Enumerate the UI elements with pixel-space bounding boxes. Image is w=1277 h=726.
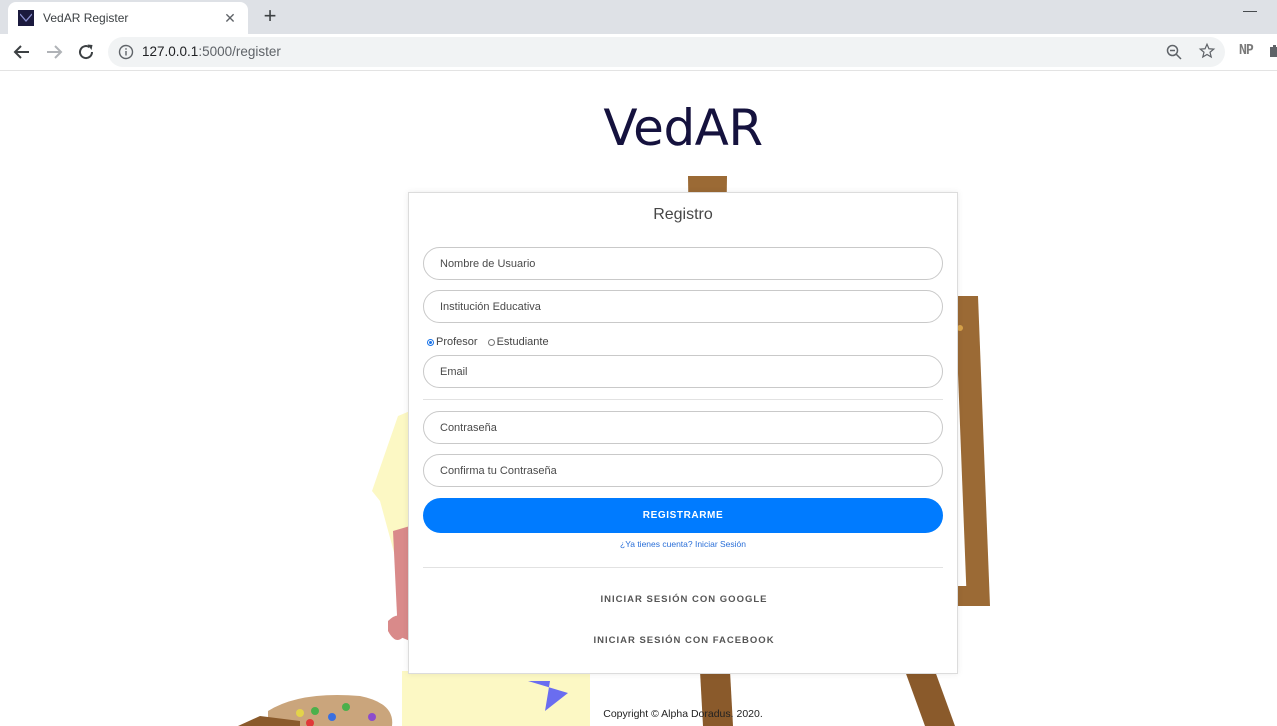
register-card: Registro Profesor Estudiante: [408, 192, 958, 674]
facebook-login-button[interactable]: INICIAR SESIÓN CON FACEBOOK: [409, 635, 959, 646]
username-input[interactable]: [424, 248, 942, 279]
email-input[interactable]: [424, 356, 942, 387]
google-login-button[interactable]: INICIAR SESIÓN CON GOOGLE: [409, 594, 959, 605]
address-bar[interactable]: 127.0.0.1:5000/register: [108, 37, 1225, 67]
register-button[interactable]: REGISTRARME: [423, 498, 943, 533]
tab-close-icon[interactable]: ✕: [222, 10, 238, 27]
url-text[interactable]: 127.0.0.1:5000/register: [142, 44, 281, 59]
zoom-out-icon[interactable]: [1166, 44, 1182, 60]
new-tab-button[interactable]: +: [259, 5, 281, 28]
url-path: :5000/register: [198, 44, 281, 59]
card-title: Registro: [653, 206, 713, 223]
browser-tab[interactable]: VedAR Register ✕: [8, 2, 248, 34]
np-extension-icon[interactable]: NP: [1239, 43, 1254, 58]
role-radio-profesor[interactable]: Profesor: [427, 336, 478, 348]
institution-field: [423, 290, 943, 323]
back-arrow-icon[interactable]: [10, 40, 34, 64]
minimize-window-button[interactable]: —: [1240, 2, 1260, 24]
password-input[interactable]: [424, 412, 942, 443]
confirm-password-input[interactable]: [424, 455, 942, 486]
brand-logo-text: VedAR: [603, 99, 763, 157]
role-radio-estudiante[interactable]: Estudiante: [487, 336, 549, 348]
reload-icon[interactable]: [74, 40, 98, 64]
browser-toolbar: 127.0.0.1:5000/register NP: [0, 34, 1277, 71]
bookmark-star-icon[interactable]: [1198, 42, 1216, 60]
radio-unselected-icon[interactable]: [487, 338, 495, 346]
login-link[interactable]: ¿Ya tienes cuenta? Iniciar Sesión: [409, 539, 957, 549]
radio-selected-icon[interactable]: [427, 338, 434, 346]
page-viewport: VedAR Registro Profesor Estudiante: [0, 71, 1277, 726]
forward-arrow-icon[interactable]: [42, 40, 66, 64]
site-info-icon[interactable]: [118, 44, 134, 60]
tab-title: VedAR Register: [43, 11, 129, 25]
role-label-profesor: Profesor: [436, 336, 478, 348]
email-field: [423, 355, 943, 388]
extensions-puzzle-icon[interactable]: [1268, 44, 1277, 58]
footer-copyright: Copyright © Alpha Doradus. 2020.: [603, 708, 763, 720]
browser-tab-bar: VedAR Register ✕ + —: [0, 0, 1277, 34]
confirm-password-field: [423, 454, 943, 487]
social-divider: [423, 567, 943, 568]
vedar-favicon-icon: [18, 10, 34, 26]
password-field: [423, 411, 943, 444]
form-divider: [423, 399, 943, 400]
institution-input[interactable]: [424, 291, 942, 322]
role-label-estudiante: Estudiante: [496, 336, 549, 348]
username-field: [423, 247, 943, 280]
role-radio-group: Profesor Estudiante: [427, 336, 559, 348]
url-host: 127.0.0.1: [142, 44, 199, 59]
